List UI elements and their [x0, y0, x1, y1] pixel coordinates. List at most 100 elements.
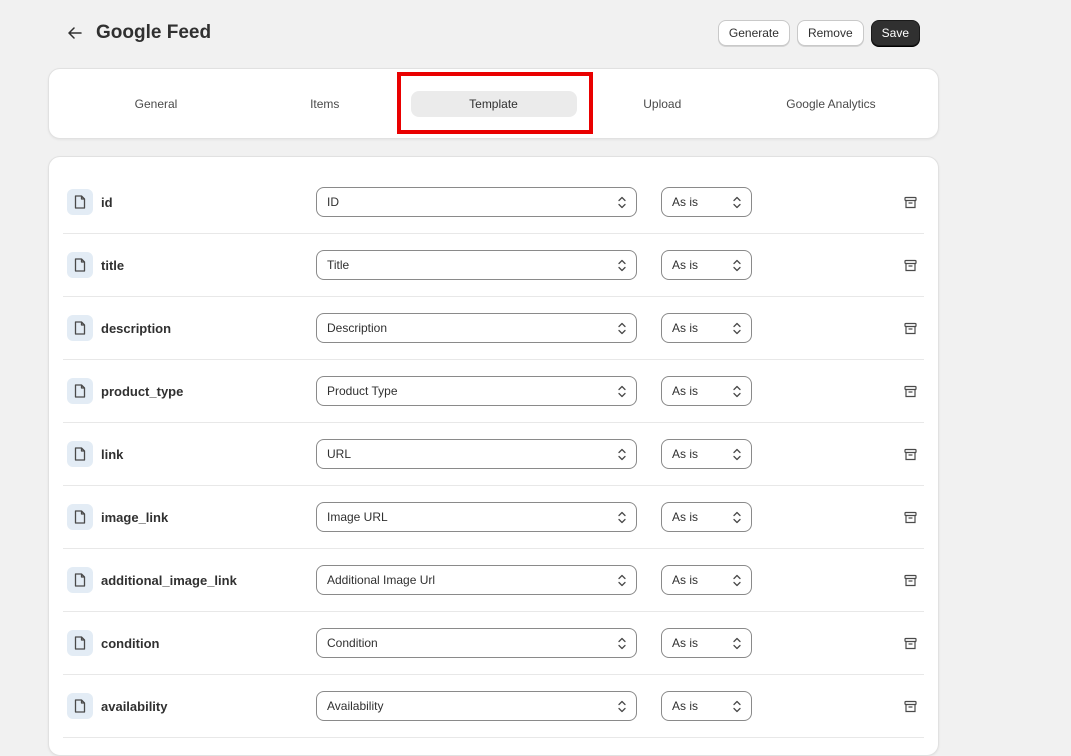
source-select[interactable]: ID: [316, 187, 637, 217]
modifier-select-value: As is: [672, 447, 699, 461]
table-row: id ID As is: [63, 171, 924, 234]
chevron-up-down-icon: [618, 259, 626, 272]
modifier-select[interactable]: As is: [661, 250, 752, 280]
file-icon: [67, 441, 93, 467]
tab-items[interactable]: Items: [242, 91, 408, 117]
file-icon: [67, 315, 93, 341]
source-select-value: Image URL: [327, 510, 388, 524]
table-row: additional_image_link Additional Image U…: [63, 549, 924, 612]
template-fields-list: id ID As is title Title As is descriptio…: [49, 171, 938, 738]
tab-template[interactable]: Template: [410, 90, 577, 117]
generate-button[interactable]: Generate: [717, 20, 790, 46]
source-select[interactable]: Image URL: [316, 502, 637, 532]
field-name: title: [101, 257, 125, 273]
file-icon: [67, 693, 93, 719]
modifier-select[interactable]: As is: [661, 565, 752, 595]
chevron-up-down-icon: [733, 574, 741, 587]
chevron-up-down-icon: [618, 322, 626, 335]
field-name: additional_image_link: [101, 572, 237, 588]
header-actions: Generate Remove Save: [717, 20, 920, 46]
modifier-select-value: As is: [672, 384, 699, 398]
template-fields-card: id ID As is title Title As is descriptio…: [48, 156, 939, 756]
modifier-select[interactable]: As is: [661, 502, 752, 532]
tab-general[interactable]: General: [73, 91, 239, 117]
field-name: condition: [101, 635, 160, 651]
file-icon: [67, 567, 93, 593]
chevron-up-down-icon: [733, 448, 741, 461]
source-select-value: Description: [327, 321, 388, 335]
chevron-up-down-icon: [733, 700, 741, 713]
chevron-up-down-icon: [733, 259, 741, 272]
file-icon: [67, 504, 93, 530]
archive-icon[interactable]: [903, 258, 917, 272]
chevron-up-down-icon: [618, 700, 626, 713]
modifier-select-value: As is: [672, 699, 699, 713]
source-select[interactable]: Additional Image Url: [316, 565, 637, 595]
archive-icon[interactable]: [903, 321, 917, 335]
chevron-up-down-icon: [618, 448, 626, 461]
table-row: title Title As is: [63, 234, 924, 297]
tab-upload[interactable]: Upload: [579, 91, 745, 117]
source-select-value: Condition: [327, 636, 378, 650]
file-icon: [67, 189, 93, 215]
source-select[interactable]: Description: [316, 313, 637, 343]
archive-icon[interactable]: [903, 636, 917, 650]
modifier-select[interactable]: As is: [661, 691, 752, 721]
source-select-value: Product Type: [327, 384, 398, 398]
chevron-up-down-icon: [733, 511, 741, 524]
page-header: Google Feed Generate Remove Save: [64, 18, 920, 48]
chevron-up-down-icon: [733, 322, 741, 335]
remove-button[interactable]: Remove: [796, 20, 864, 46]
table-row: product_type Product Type As is: [63, 360, 924, 423]
modifier-select-value: As is: [672, 321, 699, 335]
source-select[interactable]: Condition: [316, 628, 637, 658]
modifier-select[interactable]: As is: [661, 628, 752, 658]
field-name: description: [101, 320, 172, 336]
source-select[interactable]: Product Type: [316, 376, 637, 406]
file-icon: [67, 252, 93, 278]
modifier-select[interactable]: As is: [661, 313, 752, 343]
chevron-up-down-icon: [733, 637, 741, 650]
modifier-select-value: As is: [672, 636, 699, 650]
field-name: link: [101, 446, 124, 462]
archive-icon[interactable]: [903, 447, 917, 461]
source-select-value: Additional Image Url: [327, 573, 436, 587]
back-arrow-icon[interactable]: [64, 22, 86, 44]
chevron-up-down-icon: [733, 196, 741, 209]
archive-icon[interactable]: [903, 699, 917, 713]
archive-icon[interactable]: [903, 195, 917, 209]
archive-icon[interactable]: [903, 573, 917, 587]
table-row: description Description As is: [63, 297, 924, 360]
tab-google-analytics[interactable]: Google Analytics: [748, 91, 914, 117]
header-left: Google Feed: [64, 22, 211, 44]
modifier-select[interactable]: As is: [661, 187, 752, 217]
source-select[interactable]: URL: [316, 439, 637, 469]
archive-icon[interactable]: [903, 510, 917, 524]
chevron-up-down-icon: [733, 385, 741, 398]
source-select-value: Availability: [327, 699, 384, 713]
modifier-select[interactable]: As is: [661, 376, 752, 406]
field-name: product_type: [101, 383, 184, 399]
save-button[interactable]: Save: [870, 20, 920, 46]
field-name: id: [101, 194, 113, 210]
table-row: image_link Image URL As is: [63, 486, 924, 549]
source-select[interactable]: Availability: [316, 691, 637, 721]
source-select[interactable]: Title: [316, 250, 637, 280]
table-row: link URL As is: [63, 423, 924, 486]
source-select-value: URL: [327, 447, 352, 461]
tabs-bar: General Items Template Upload Google Ana…: [48, 68, 939, 139]
modifier-select-value: As is: [672, 510, 699, 524]
field-name: image_link: [101, 509, 169, 525]
file-icon: [67, 378, 93, 404]
source-select-value: Title: [327, 258, 350, 272]
modifier-select-value: As is: [672, 573, 699, 587]
chevron-up-down-icon: [618, 637, 626, 650]
chevron-up-down-icon: [618, 574, 626, 587]
chevron-up-down-icon: [618, 196, 626, 209]
archive-icon[interactable]: [903, 384, 917, 398]
modifier-select-value: As is: [672, 258, 699, 272]
modifier-select[interactable]: As is: [661, 439, 752, 469]
modifier-select-value: As is: [672, 195, 699, 209]
field-name: availability: [101, 698, 168, 714]
page-title: Google Feed: [96, 22, 212, 43]
